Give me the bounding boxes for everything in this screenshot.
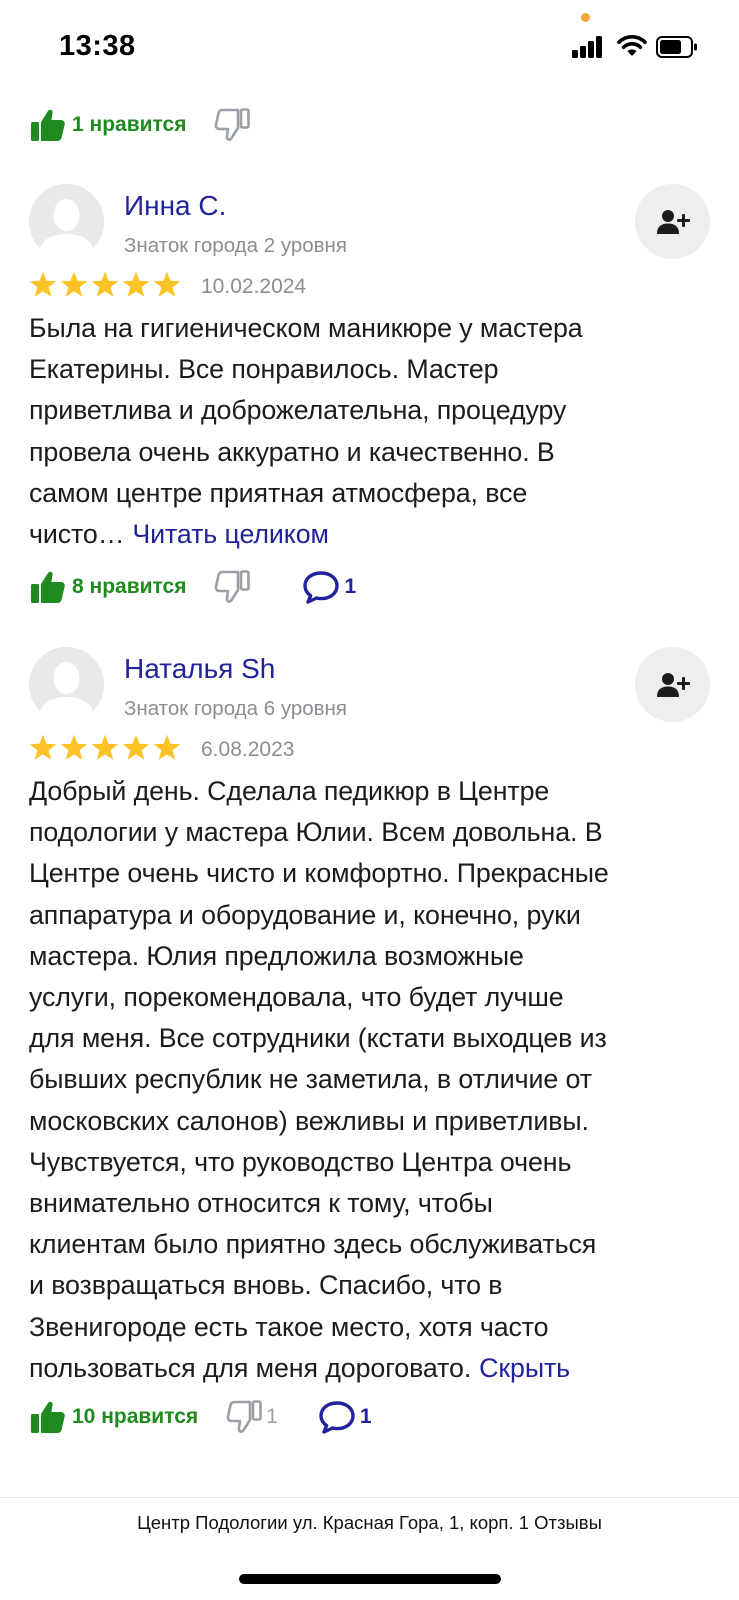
dislike-count: 1 xyxy=(266,1405,278,1428)
review-text-line: Была на гигиеническом маникюре у мастера xyxy=(29,313,583,343)
review-text-line: Звенигороде есть такое место, хотя часто xyxy=(29,1311,549,1342)
like-count: 10 нравится xyxy=(72,1405,199,1428)
thumbs-up-icon xyxy=(31,571,65,603)
star-icon xyxy=(60,271,88,297)
previous-review-reactions: 1 нравится xyxy=(30,100,251,150)
review-text-line: Екатерины. Все понравилось. Мастер xyxy=(29,354,499,385)
collapse-link[interactable]: Скрыть xyxy=(479,1353,570,1383)
star-icon xyxy=(60,734,88,760)
review-text-line: самом центре приятная атмосфера, все xyxy=(29,477,528,508)
star-icon xyxy=(122,271,150,297)
add-user-icon xyxy=(656,672,690,697)
wifi-icon xyxy=(617,35,647,56)
review-reactions: 8 нравится 1 xyxy=(30,562,356,612)
subscribe-button[interactable] xyxy=(635,184,710,259)
review-text-line: и возвращаться вновь. Спасибо, что в xyxy=(29,1270,503,1301)
comment-bubble-icon xyxy=(319,1401,355,1434)
footer-divider xyxy=(0,1497,739,1498)
like-count: 8 нравится xyxy=(72,575,187,598)
comment-bubble-icon xyxy=(303,571,340,604)
read-more-link[interactable]: Читать целиком xyxy=(132,519,329,549)
default-avatar-icon xyxy=(29,184,104,259)
like-count: 1 нравится xyxy=(72,113,187,136)
review-text: Добрый день. Сделала педикюр в Центре по… xyxy=(29,771,719,1389)
default-avatar-icon xyxy=(29,647,104,722)
avatar[interactable] xyxy=(29,184,104,259)
review-date: 10.02.2024 xyxy=(201,275,307,298)
comment-count: 1 xyxy=(359,1405,372,1428)
like-button[interactable]: 1 нравится xyxy=(30,108,186,142)
review-text-line: чисто… xyxy=(29,519,125,550)
star-icon xyxy=(153,734,181,760)
subscribe-button[interactable] xyxy=(635,647,710,722)
review-text-line: аппаратура и оборудование и, конечно, ру… xyxy=(29,899,581,930)
review-text-line: приветлива и доброжелательна, процедуру xyxy=(29,395,567,426)
thumbs-up-icon xyxy=(31,1401,65,1433)
star-rating xyxy=(29,271,184,298)
review-text-line: Центре очень чисто и комфортно. Прекрасн… xyxy=(29,858,609,889)
privacy-indicator-dot xyxy=(581,13,590,22)
like-button[interactable]: 8 нравится xyxy=(30,570,186,604)
review-text-line: Чувствуется, что руководство Центра очен… xyxy=(29,1146,572,1177)
thumbs-up-icon xyxy=(31,109,65,141)
review-text-line: пользоваться для меня дороговато. xyxy=(29,1352,472,1383)
review-text-line: мастера. Юлия предложила возможные xyxy=(29,940,524,971)
avatar[interactable] xyxy=(29,647,104,722)
review-text-line: услуги, порекомендовала, что будет лучше xyxy=(29,982,564,1013)
author-name[interactable]: Наталья Sh xyxy=(124,653,275,685)
star-icon xyxy=(91,734,119,760)
review-date: 6.08.2023 xyxy=(201,738,295,761)
review-text-line: подологии у мастера Юлии. Всем довольна.… xyxy=(29,817,603,848)
add-user-icon xyxy=(656,209,690,234)
author-name[interactable]: Инна С. xyxy=(124,190,226,222)
page-footer-title: Центр Подологии ул. Красная Гора, 1, кор… xyxy=(137,1512,602,1533)
star-icon xyxy=(29,271,57,297)
status-bar: 13:38 xyxy=(0,0,739,96)
review-text-line: московских салонов) вежливы и приветливы… xyxy=(29,1105,589,1136)
comments-button[interactable]: 1 xyxy=(318,1400,372,1434)
review-text-line: бывших республик не заметила, в отличие … xyxy=(29,1064,592,1095)
star-icon xyxy=(153,271,181,297)
cellular-signal-icon xyxy=(572,36,606,58)
review-text-line: для меня. Все сотрудники (кстати выходце… xyxy=(29,1023,607,1054)
review-text-line: внимательно относится к тому, чтобы xyxy=(29,1188,493,1219)
star-icon xyxy=(122,734,150,760)
dislike-button[interactable] xyxy=(214,108,251,142)
thumbs-down-icon xyxy=(226,1400,262,1433)
star-icon xyxy=(91,271,119,297)
review-text-line: Добрый день. Сделала педикюр в Центре xyxy=(29,776,550,806)
status-time: 13:38 xyxy=(59,30,136,62)
star-icon xyxy=(29,734,57,760)
review-text-line: провела очень аккуратно и качественно. В xyxy=(29,436,555,467)
author-rank: Знаток города 2 уровня xyxy=(124,234,347,257)
star-rating xyxy=(29,734,184,761)
author-rank: Знаток города 6 уровня xyxy=(124,697,347,720)
thumbs-down-icon xyxy=(215,570,251,603)
home-indicator[interactable] xyxy=(239,1574,501,1584)
review-reactions: 10 нравится 1 1 xyxy=(30,1392,372,1442)
review-text-line: клиентам было приятно здесь обслуживатьс… xyxy=(29,1229,597,1260)
dislike-button[interactable] xyxy=(214,570,251,604)
dislike-button[interactable]: 1 xyxy=(226,1400,278,1434)
thumbs-down-icon xyxy=(215,108,251,141)
review-text: Была на гигиеническом маникюре у мастера… xyxy=(29,308,719,555)
comments-button[interactable]: 1 xyxy=(302,570,356,604)
comment-count: 1 xyxy=(344,575,357,598)
battery-icon xyxy=(656,36,697,58)
like-button[interactable]: 10 нравится xyxy=(30,1400,198,1434)
